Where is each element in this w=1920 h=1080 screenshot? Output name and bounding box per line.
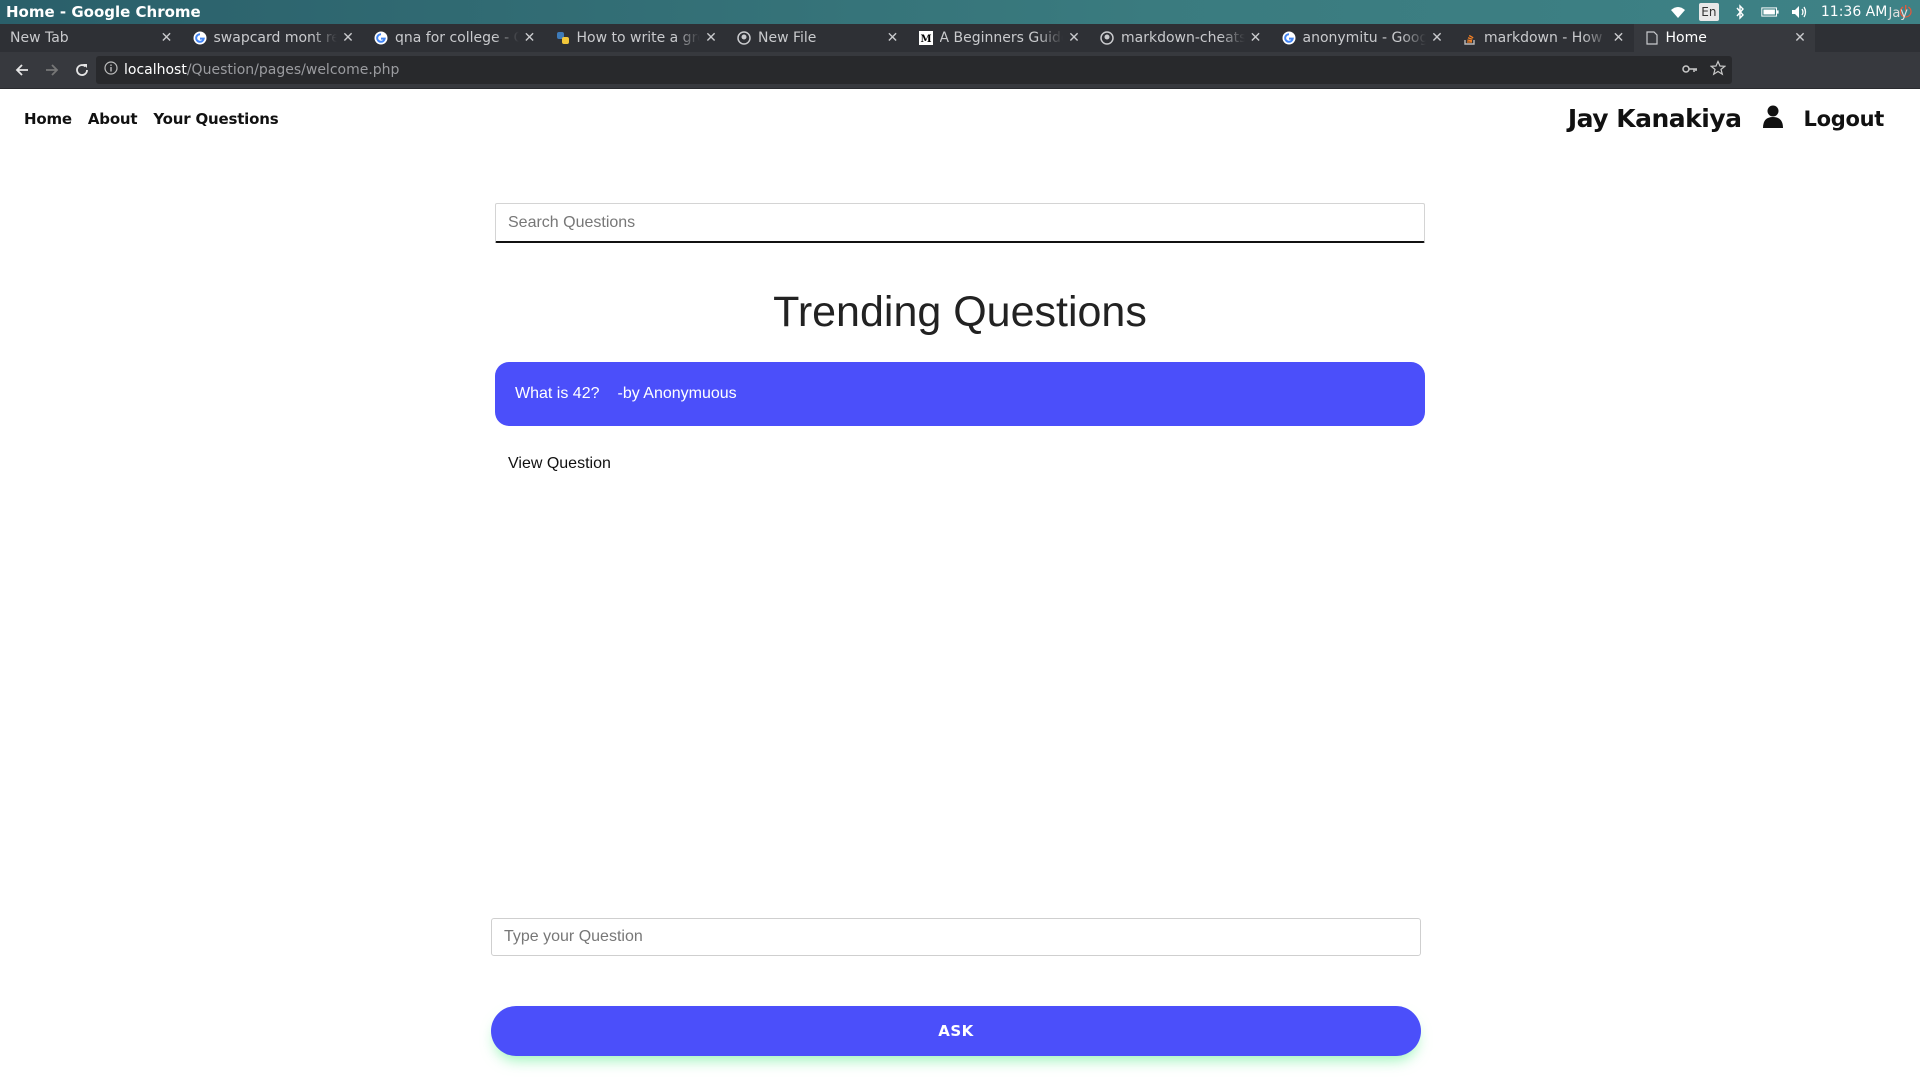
clock[interactable]: 11:36 AM bbox=[1821, 4, 1887, 20]
wifi-icon[interactable] bbox=[1669, 3, 1687, 21]
section-title: Trending Questions bbox=[773, 288, 1147, 336]
tab-close-icon[interactable]: ✕ bbox=[1249, 30, 1263, 46]
info-icon[interactable] bbox=[104, 61, 118, 79]
google-icon bbox=[1281, 30, 1297, 46]
view-question-link[interactable]: View Question bbox=[508, 455, 611, 473]
browser-toolbar: localhost/Question/pages/welcome.php ⋮ bbox=[0, 52, 1920, 132]
tab-title: anonymitu - Goog bbox=[1302, 30, 1427, 46]
os-top-bar: Home - Google Chrome En 11:36 AM ⏻ bbox=[0, 0, 1920, 24]
bluetooth-icon[interactable] bbox=[1731, 3, 1749, 21]
tab-title: How to write a gre bbox=[576, 30, 701, 46]
url-path: /Question/pages/welcome.php bbox=[186, 62, 400, 78]
tab-title: qna for college - G bbox=[395, 30, 519, 46]
tab-strip: New Tab ✕ swapcard mont re ✕ qna for college… bbox=[0, 24, 1920, 52]
tab-close-icon[interactable]: ✕ bbox=[160, 30, 174, 46]
github-icon bbox=[736, 30, 752, 46]
reload-button[interactable] bbox=[68, 56, 96, 84]
web-page: Home About Your Questions Jay Kanakiya L… bbox=[0, 90, 1920, 1080]
nav-your-questions-link[interactable]: Your Questions bbox=[153, 110, 278, 128]
bookmark-star-icon[interactable] bbox=[1709, 60, 1727, 80]
tab-close-icon[interactable]: ✕ bbox=[886, 30, 900, 46]
tab-close-icon[interactable]: ✕ bbox=[1430, 30, 1444, 46]
system-tray: En 11:36 AM ⏻ bbox=[1669, 0, 1920, 24]
tab-title: markdown - How bbox=[1484, 30, 1603, 46]
stackoverflow-icon bbox=[1462, 30, 1478, 46]
user-area: Jay Kanakiya Logout bbox=[1568, 104, 1884, 133]
nav-about-link[interactable]: About bbox=[88, 110, 138, 128]
python-icon bbox=[555, 30, 571, 46]
browser-tab[interactable]: qna for college - G ✕ bbox=[363, 24, 545, 52]
tab-title: markdown-cheats bbox=[1121, 30, 1245, 46]
browser-tab[interactable]: markdown - How ✕ bbox=[1452, 24, 1634, 52]
user-icon[interactable] bbox=[1762, 105, 1784, 133]
question-text: What is 42? bbox=[515, 385, 600, 402]
search-input[interactable] bbox=[495, 203, 1425, 243]
browser-tab[interactable]: swapcard mont re ✕ bbox=[182, 24, 364, 52]
user-name: Jay Kanakiya bbox=[1567, 104, 1742, 133]
volume-icon[interactable] bbox=[1791, 3, 1809, 21]
tab-title: New Tab bbox=[10, 30, 69, 46]
tab-title: A Beginners Guide bbox=[939, 30, 1064, 46]
logout-link[interactable]: Logout bbox=[1804, 107, 1885, 131]
question-author: -by Anonymuous bbox=[617, 385, 737, 402]
svg-text:M: M bbox=[920, 34, 931, 45]
key-icon[interactable] bbox=[1682, 62, 1698, 78]
forward-button[interactable] bbox=[38, 56, 66, 84]
page-icon bbox=[1644, 30, 1660, 46]
google-icon bbox=[192, 30, 208, 46]
url-host: localhost bbox=[124, 62, 187, 78]
back-button[interactable] bbox=[8, 56, 36, 84]
google-icon bbox=[373, 30, 389, 46]
profile-name[interactable]: Jay bbox=[1889, 0, 1909, 28]
tab-close-icon[interactable]: ✕ bbox=[523, 30, 537, 46]
keyboard-layout-indicator[interactable]: En bbox=[1698, 3, 1719, 21]
browser-tab[interactable]: Home ✕ bbox=[1633, 24, 1815, 52]
site-nav: Home About Your Questions bbox=[24, 110, 279, 128]
medium-icon: M bbox=[918, 30, 934, 46]
ask-question-input[interactable] bbox=[491, 918, 1421, 956]
browser-tab[interactable]: markdown-cheats ✕ bbox=[1089, 24, 1271, 52]
tab-close-icon[interactable]: ✕ bbox=[1612, 30, 1626, 46]
battery-icon[interactable] bbox=[1761, 3, 1779, 21]
nav-home-link[interactable]: Home bbox=[24, 110, 72, 128]
github-icon bbox=[1099, 30, 1115, 46]
tab-close-icon[interactable]: ✕ bbox=[1067, 30, 1081, 46]
window-title: Home - Google Chrome bbox=[6, 3, 201, 21]
tab-title: swapcard mont re bbox=[213, 30, 338, 46]
tab-close-icon[interactable]: ✕ bbox=[341, 30, 355, 46]
browser-tab[interactable]: How to write a gre ✕ bbox=[545, 24, 727, 52]
browser-tab[interactable]: New File ✕ bbox=[726, 24, 908, 52]
tab-title: New File bbox=[758, 30, 817, 46]
browser-tab[interactable]: M A Beginners Guide ✕ bbox=[908, 24, 1090, 52]
question-card[interactable]: What is 42? -by Anonymuous bbox=[495, 362, 1425, 426]
address-bar[interactable]: localhost/Question/pages/welcome.php bbox=[96, 56, 1732, 84]
tab-close-icon[interactable]: ✕ bbox=[704, 30, 718, 46]
tab-close-icon[interactable]: ✕ bbox=[1793, 30, 1807, 46]
tab-title: Home bbox=[1665, 30, 1707, 46]
browser-tab[interactable]: anonymitu - Goog ✕ bbox=[1271, 24, 1453, 52]
ask-button[interactable]: ASK bbox=[491, 1006, 1421, 1056]
browser-tab[interactable]: New Tab ✕ bbox=[0, 24, 182, 52]
